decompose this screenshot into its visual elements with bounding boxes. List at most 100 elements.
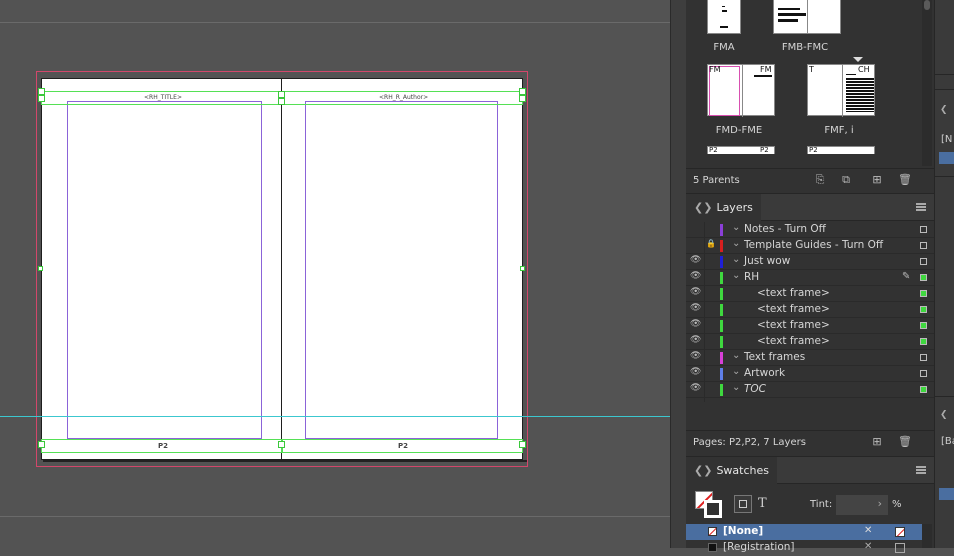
none-swatch-icon	[708, 527, 717, 536]
lock-icon[interactable]: 🔒	[706, 239, 718, 248]
chevron-down-icon[interactable]: ⌄	[732, 382, 740, 393]
selection-square-icon[interactable]	[920, 322, 927, 329]
new-page-icon[interactable]: ⊞	[871, 174, 883, 186]
document-canvas[interactable]: <RH_TITLE> <RH_R_Author> P2 P2	[0, 0, 670, 548]
right-running-head-frame[interactable]: <RH_R_Author>	[282, 91, 523, 105]
visibility-eye-icon[interactable]: 👁	[690, 255, 702, 265]
visibility-eye-icon[interactable]: 👁	[690, 271, 702, 281]
formatting-text-icon[interactable]: T	[758, 496, 767, 511]
left-running-head-frame[interactable]: <RH_TITLE>	[41, 91, 282, 105]
swatches-scrollbar[interactable]	[922, 524, 932, 548]
visibility-eye-icon[interactable]: 👁	[690, 351, 702, 361]
layer-row[interactable]: 👁 <text frame>	[686, 334, 934, 350]
tint-input[interactable]: ›	[836, 495, 888, 515]
delete-layer-icon[interactable]: 🗑	[898, 436, 912, 448]
chevron-down-icon[interactable]: ⌄	[732, 350, 740, 361]
page-thumbnail-p2[interactable]: P2 P2	[707, 146, 775, 154]
layer-row[interactable]: 👁 <text frame>	[686, 286, 934, 302]
selection-handle[interactable]	[519, 441, 526, 448]
visibility-eye-icon[interactable]: 👁	[690, 367, 702, 377]
selection-handle[interactable]	[278, 91, 285, 98]
dock-selected-item[interactable]	[939, 152, 954, 164]
chevron-right-icon[interactable]: ›	[878, 497, 882, 510]
selection-handle[interactable]	[38, 95, 45, 102]
collapse-icon[interactable]: ❮❯	[694, 464, 712, 477]
visibility-eye-icon[interactable]: 👁	[690, 287, 702, 297]
page-shadow	[43, 460, 527, 462]
layer-row[interactable]: 👁 ⌄ Artwork	[686, 366, 934, 382]
page-thumbnail-fmb-fmc[interactable]	[773, 0, 841, 34]
visibility-eye-icon[interactable]: 👁	[690, 319, 702, 329]
selection-handle[interactable]	[278, 441, 285, 448]
visibility-eye-icon[interactable]: 👁	[690, 303, 702, 313]
layer-row[interactable]: 👁 ⌄ TOC	[686, 382, 934, 398]
chevron-down-icon[interactable]: ⌄	[732, 270, 740, 281]
visibility-eye-icon[interactable]: 👁	[690, 335, 702, 345]
selection-square-icon[interactable]	[920, 290, 927, 297]
left-folio-frame[interactable]: P2	[41, 439, 282, 453]
page-spread[interactable]: <RH_TITLE> <RH_R_Author> P2 P2	[36, 71, 528, 467]
layer-row[interactable]: 👁 ⌄ RH ✎	[686, 270, 934, 286]
delete-page-icon[interactable]: 🗑	[898, 174, 912, 186]
right-running-head-text: <RH_R_Author>	[379, 94, 429, 101]
swatch-row-none[interactable]: [None] ✕	[686, 524, 922, 540]
page-thumbnail-fmf-i[interactable]: T CH	[807, 64, 875, 117]
thumb-mark: T	[809, 65, 814, 74]
layer-row[interactable]: 👁 <text frame>	[686, 302, 934, 318]
selection-handle[interactable]	[519, 88, 526, 95]
panel-dock: FMA FMB-FMC FM FM FMD-FME T CH FMF, i P2	[686, 0, 934, 553]
visibility-eye-icon[interactable]: 👁	[690, 383, 702, 393]
chevron-down-icon[interactable]: ⌄	[732, 238, 740, 249]
layer-row[interactable]: 👁 ⌄ Text frames	[686, 350, 934, 366]
layer-row[interactable]: 🔒 ⌄ Template Guides - Turn Off	[686, 238, 934, 254]
dock-collapse-icon[interactable]: ❮	[940, 410, 948, 420]
right-page[interactable]	[282, 78, 523, 460]
selection-square-icon[interactable]	[920, 274, 927, 281]
layer-row[interactable]: ⌄ Notes - Turn Off	[686, 222, 934, 238]
pages-scrollbar[interactable]	[922, 0, 932, 166]
page-thumbnail-fmd-fme[interactable]: FM FM	[707, 64, 775, 117]
layer-color-swatch	[720, 304, 723, 316]
selection-handle[interactable]	[38, 266, 43, 271]
edit-page-size-icon[interactable]: ⎘	[812, 174, 828, 186]
layer-row[interactable]: 👁 <text frame>	[686, 318, 934, 334]
selection-square-icon[interactable]	[920, 242, 927, 249]
panel-menu-icon[interactable]	[916, 203, 926, 211]
layers-tab[interactable]: ❮❯ Layers	[686, 194, 761, 221]
selection-square-icon[interactable]	[920, 338, 927, 345]
chevron-down-icon[interactable]: ⌄	[732, 254, 740, 265]
dock-panel-label[interactable]: [Ba	[941, 436, 954, 447]
chevron-down-icon[interactable]: ⌄	[732, 366, 740, 377]
new-layer-icon[interactable]: ⊞	[871, 436, 883, 448]
horizontal-ruler-guide[interactable]	[0, 416, 670, 417]
selection-square-icon[interactable]	[920, 386, 927, 393]
selection-handle[interactable]	[520, 266, 525, 271]
collapse-icon[interactable]: ❮❯	[694, 201, 712, 214]
current-drawing-layer-pen-icon: ✎	[902, 271, 911, 282]
selection-square-icon[interactable]	[920, 306, 927, 313]
dock-selected-item[interactable]	[939, 488, 954, 500]
selection-handle[interactable]	[519, 95, 526, 102]
chevron-down-icon[interactable]: ⌄	[732, 222, 740, 233]
page-thumbnail-fma[interactable]	[707, 0, 741, 34]
move-pages-icon[interactable]: ⧉	[838, 174, 854, 186]
selection-square-icon[interactable]	[920, 258, 927, 265]
page-thumbnail-p2-b[interactable]: P2	[807, 146, 875, 154]
left-page[interactable]	[41, 78, 282, 460]
selection-square-icon[interactable]	[920, 370, 927, 377]
pages-scroll-thumb[interactable]	[924, 0, 930, 10]
dock-panel-label[interactable]: [N	[941, 134, 952, 145]
selection-handle[interactable]	[38, 88, 45, 95]
panel-menu-icon[interactable]	[916, 466, 926, 474]
selection-handle[interactable]	[38, 441, 45, 448]
swatch-row-registration[interactable]: [Registration] ✕	[686, 540, 922, 556]
selection-square-icon[interactable]	[920, 354, 927, 361]
formatting-container-icon[interactable]	[734, 495, 752, 513]
selection-handle[interactable]	[278, 98, 285, 105]
stroke-swatch-icon[interactable]	[704, 500, 722, 518]
layer-row[interactable]: 👁 ⌄ Just wow	[686, 254, 934, 270]
swatches-tab[interactable]: ❮❯ Swatches	[686, 457, 777, 484]
selection-square-icon[interactable]	[920, 226, 927, 233]
right-folio-frame[interactable]: P2	[282, 439, 523, 453]
dock-collapse-icon[interactable]: ❮	[940, 105, 948, 115]
